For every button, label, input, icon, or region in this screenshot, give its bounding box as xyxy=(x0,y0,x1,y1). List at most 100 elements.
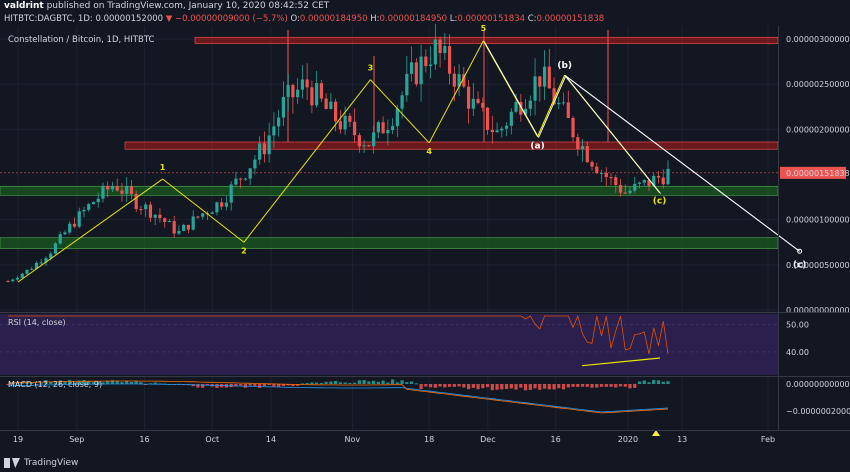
macd-histogram-bar xyxy=(134,381,138,384)
macd-histogram-bar xyxy=(239,384,243,386)
macd-histogram-bar xyxy=(400,380,404,384)
candle-body xyxy=(618,185,623,193)
candle-body xyxy=(509,111,513,126)
candle-body xyxy=(196,216,200,218)
candle-body xyxy=(248,168,252,179)
candle-body xyxy=(139,209,143,211)
macd-pane: 0.00000000000 −0.00000020000 xyxy=(6,379,850,436)
macd-histogram-bar xyxy=(661,381,665,384)
brand-name[interactable]: TradingView xyxy=(24,454,78,472)
price-axis[interactable]: 0.00000300000 0.00000250000 0.00000200000 0… xyxy=(780,35,850,315)
candle-body xyxy=(485,107,490,130)
candle-body xyxy=(186,224,191,230)
candle-body xyxy=(504,125,509,129)
price-tick-label: 0.00000100000 xyxy=(786,216,850,225)
candle-body xyxy=(495,130,499,133)
macd-histogram-bar xyxy=(215,384,219,388)
macd-histogram-bar xyxy=(348,382,352,384)
macd-histogram-bar xyxy=(652,379,656,384)
time-tick-label: Feb xyxy=(761,435,775,444)
macd-histogram-bar xyxy=(334,380,338,384)
candle-body xyxy=(272,126,276,136)
candle-body xyxy=(20,273,24,278)
macd-histogram-bar xyxy=(362,380,366,384)
symbol-title: Constellation / Bitcoin, 1D, HITBTC xyxy=(8,35,155,45)
macd-tick-label: −0.00000020000 xyxy=(786,407,850,416)
macd-histogram-bar xyxy=(248,384,252,386)
wave-label: 5 xyxy=(481,24,487,33)
macd-histogram-bar xyxy=(618,384,623,387)
candle-body xyxy=(386,130,390,134)
rsi-pane-bg xyxy=(0,314,778,375)
candle-body xyxy=(514,101,518,112)
candle-body xyxy=(409,62,414,74)
macd-histogram-bar xyxy=(509,384,513,389)
macd-histogram-bar xyxy=(447,384,452,387)
macd-histogram-bar xyxy=(419,384,423,390)
macd-tick-label: 0.00000000000 xyxy=(786,380,850,389)
macd-histogram-bar xyxy=(614,384,618,388)
candle-body xyxy=(77,211,81,227)
candle-body xyxy=(258,143,262,160)
price-tick-label: 0.00000250000 xyxy=(786,80,850,89)
wave-label: (b) xyxy=(557,61,572,71)
macd-histogram-bar xyxy=(343,382,347,384)
macd-histogram-bar xyxy=(381,380,385,384)
macd-histogram-bar xyxy=(376,381,380,384)
candle-body xyxy=(576,137,580,150)
time-axis[interactable]: 19 Sep 16 Oct 14 Nov 18 Dec 16 2020 13 Feb xyxy=(13,435,775,444)
candle-body xyxy=(642,180,646,183)
candle-body xyxy=(210,212,214,214)
candle-body xyxy=(362,145,366,147)
macd-histogram-bar xyxy=(471,384,475,388)
candle-body xyxy=(500,128,504,131)
candle-body xyxy=(286,84,290,97)
candle-body xyxy=(11,279,15,282)
macd-histogram-bar xyxy=(457,384,461,387)
time-tick-label: Sep xyxy=(69,435,84,444)
macd-histogram-bar xyxy=(552,384,556,390)
rsi-label: RSI (14, close) xyxy=(8,318,66,327)
macd-histogram-bar xyxy=(272,384,276,387)
macd-histogram-bar xyxy=(500,384,504,390)
macd-histogram-bar xyxy=(590,384,594,388)
macd-histogram-bar xyxy=(628,384,632,389)
candle-body xyxy=(637,182,642,184)
tradingview-logo-icon xyxy=(4,458,20,468)
macd-histogram-bar xyxy=(338,382,342,384)
candle-body xyxy=(281,96,285,118)
macd-histogram-bar xyxy=(310,382,314,384)
candle-body xyxy=(319,83,323,99)
macd-histogram-bar xyxy=(547,384,551,390)
macd-histogram-bar xyxy=(633,384,637,388)
macd-histogram-bar xyxy=(647,382,651,384)
candle-body xyxy=(91,202,96,205)
macd-histogram-bar xyxy=(438,384,442,387)
candle-body xyxy=(267,135,271,155)
macd-histogram-bar xyxy=(576,384,580,387)
macd-histogram-bar xyxy=(476,384,480,390)
candle-body xyxy=(590,162,594,167)
candle-body xyxy=(547,66,551,89)
candle-body xyxy=(405,73,409,96)
macd-histogram-bar xyxy=(329,381,333,384)
macd-histogram-bar xyxy=(315,382,319,384)
candle-body xyxy=(585,146,589,163)
candle-body xyxy=(561,102,566,104)
macd-histogram-bar xyxy=(433,384,437,388)
candle-body xyxy=(82,209,86,212)
macd-histogram-bar xyxy=(405,382,409,384)
price-pane[interactable] xyxy=(0,26,778,312)
candle-body xyxy=(148,204,153,218)
candle-body xyxy=(391,126,395,131)
macd-histogram-bar xyxy=(324,381,328,384)
candle-body xyxy=(471,98,475,109)
chart-canvas[interactable]: 12345(a)(b)(c)(c) 0.000003000000.0000025… xyxy=(0,0,850,472)
macd-label: MACD (12, 26, close, 9) xyxy=(8,380,103,389)
macd-histogram-bar xyxy=(623,384,627,387)
candle-body xyxy=(220,202,224,207)
macd-histogram-bar xyxy=(561,384,566,390)
candle-body xyxy=(419,56,423,85)
macd-histogram-bar xyxy=(409,381,414,384)
macd-histogram-bar xyxy=(481,384,485,389)
